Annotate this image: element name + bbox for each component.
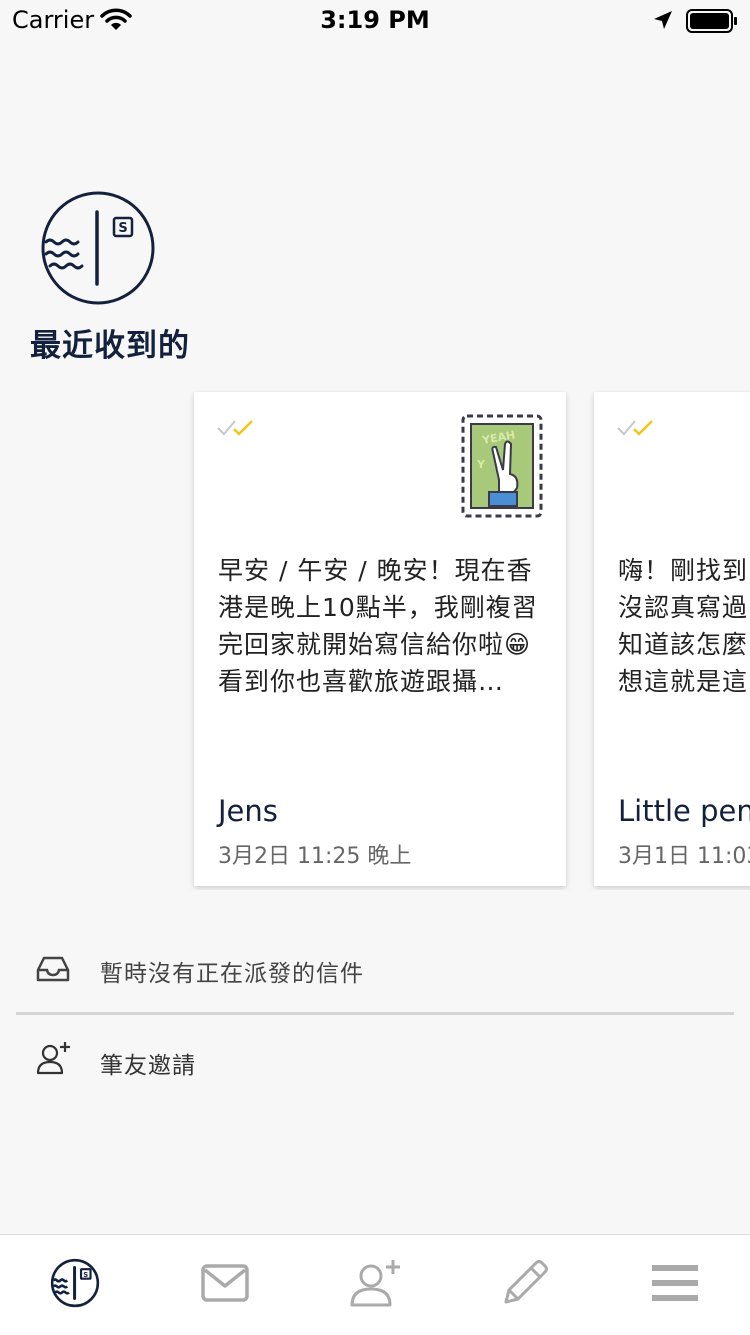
letter-preview-line: 嗨！剛找到 (618, 556, 749, 585)
outgoing-letters-label: 暫時沒有正在派發的信件 (100, 961, 364, 987)
penpal-invites-label: 筆友邀請 (100, 1053, 196, 1079)
inbox-tray-icon (36, 954, 70, 988)
menu-icon (652, 1263, 698, 1307)
letter-date: 3月1日 11:03 (618, 844, 750, 869)
outgoing-letters-row[interactable]: 暫時沒有正在派發的信件 (0, 930, 750, 1010)
letter-card[interactable]: 嗨！剛找到 沒認真寫過 知道該怎麼 想這就是這 Little pen 3月1日 … (594, 392, 750, 886)
add-friend-icon (349, 1258, 401, 1312)
letter-preview-line: 完回家就開始寫信給你啦😁 (218, 630, 532, 659)
letter-preview-line: 看到你也喜歡旅遊跟攝… (218, 667, 505, 696)
svg-text:Y: Y (476, 458, 486, 471)
sender-name: Jens (218, 794, 278, 828)
read-ticks-icon (216, 418, 256, 442)
section-title: 最近收到的 (30, 328, 190, 364)
svg-text:S: S (83, 1271, 88, 1279)
tab-bar: S (0, 1234, 750, 1335)
status-bar: Carrier 3:19 PM (0, 0, 750, 40)
mail-icon (201, 1264, 249, 1306)
divider (16, 1012, 734, 1015)
letter-date: 3月2日 11:25 晚上 (218, 844, 412, 869)
tab-compose[interactable] (450, 1235, 600, 1335)
letter-preview-line: 沒認真寫過 (618, 593, 749, 622)
sender-name: Little pen (618, 794, 750, 828)
compose-icon (500, 1258, 550, 1312)
tab-menu[interactable] (600, 1235, 750, 1335)
tab-home[interactable]: S (0, 1235, 150, 1335)
letter-preview-line: 早安 / 午安 / 晚安！現在香 (218, 556, 533, 585)
letter-preview: 早安 / 午安 / 晚安！現在香 港是晚上10點半，我剛複習 完回家就開始寫信給… (218, 552, 543, 700)
letter-preview-line: 想這就是這 (618, 667, 749, 696)
letter-preview: 嗨！剛找到 沒認真寫過 知道該怎麼 想這就是這 (618, 552, 750, 700)
tab-add-friend[interactable] (300, 1235, 450, 1335)
stamp-image: YEAH Y (461, 414, 543, 518)
battery-icon (686, 9, 738, 37)
read-ticks-icon (616, 418, 656, 442)
letter-preview-line: 港是晚上10點半，我剛複習 (218, 593, 538, 622)
letter-card[interactable]: YEAH Y 早安 / 午安 / 晚安！現在香 港是晚上10點半，我剛複習 完回… (194, 392, 566, 886)
letter-preview-line: 知道該怎麼 (618, 630, 749, 659)
penpal-invites-row[interactable]: 筆友邀請 (0, 1022, 750, 1102)
svg-text:S: S (118, 221, 127, 236)
status-time: 3:19 PM (320, 6, 430, 34)
location-arrow-icon (652, 9, 674, 35)
app-logo-icon: S (40, 190, 156, 306)
home-icon: S (50, 1258, 100, 1312)
add-friend-icon (36, 1040, 72, 1080)
tab-mail[interactable] (150, 1235, 300, 1335)
recent-letters-carousel[interactable]: YEAH Y 早安 / 午安 / 晚安！現在香 港是晚上10點半，我剛複習 完回… (0, 390, 750, 890)
